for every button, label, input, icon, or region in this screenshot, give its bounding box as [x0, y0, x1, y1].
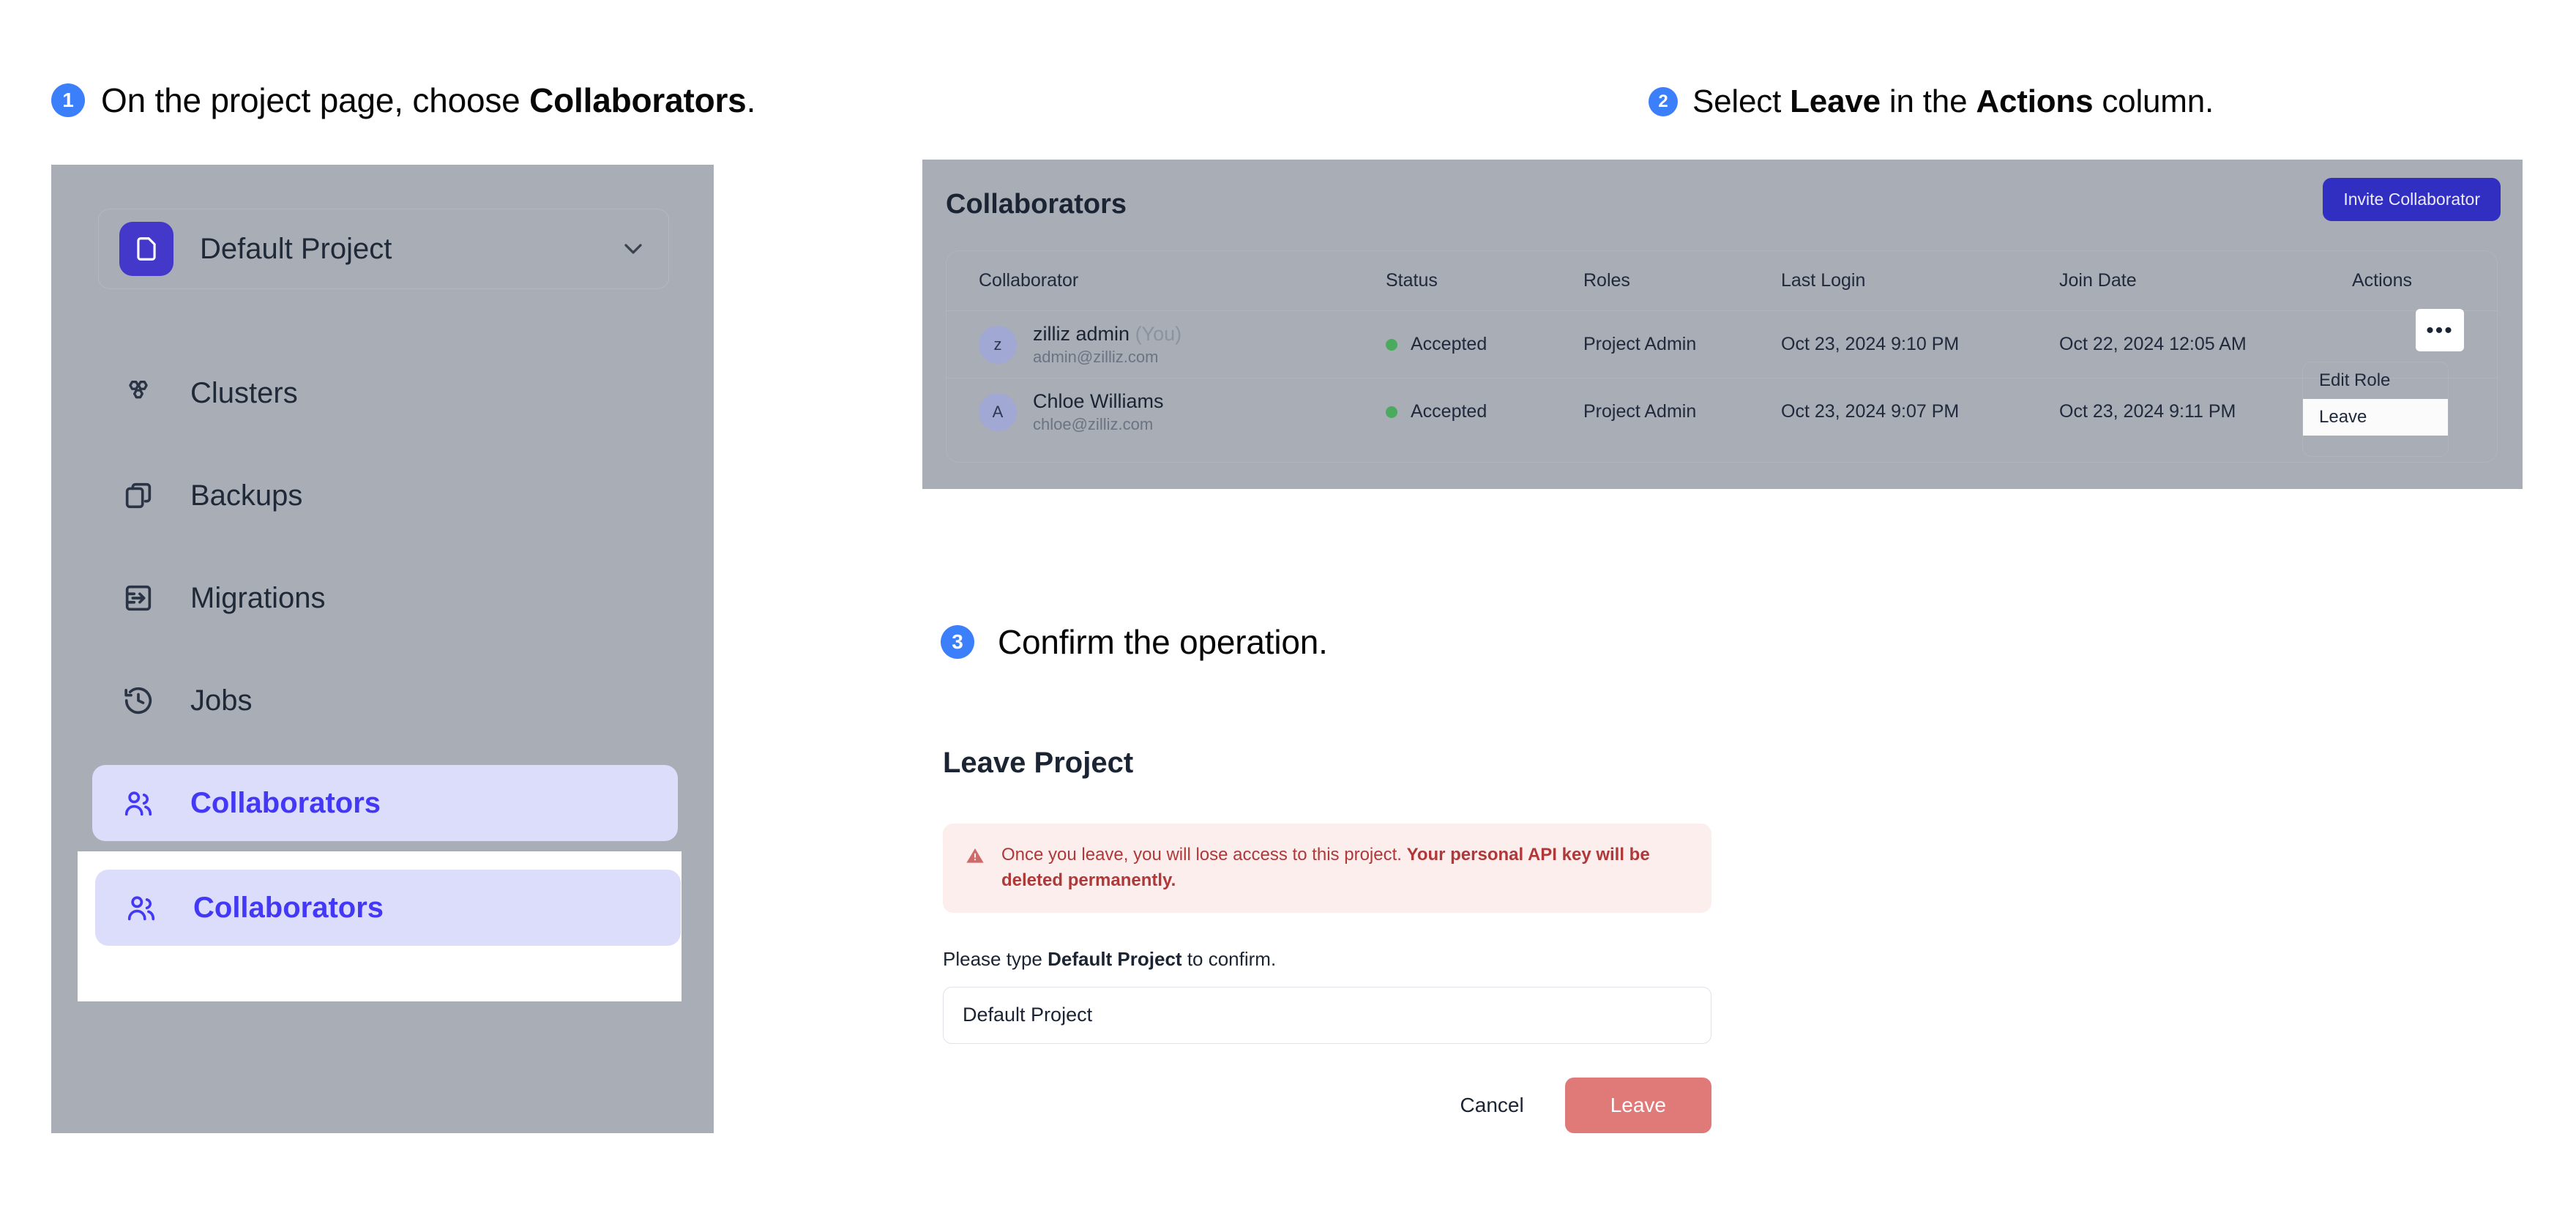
- step-2-caption: 2 Select Leave in the Actions column.: [1649, 83, 2214, 120]
- sidebar-item-collaborators-highlighted[interactable]: Collaborators: [95, 870, 681, 946]
- step-2-pre: Select: [1692, 83, 1791, 119]
- table-row: A Chloe Williams chloe@zilliz.com Accept…: [947, 378, 2497, 446]
- step-2-text: Select Leave in the Actions column.: [1692, 83, 2214, 120]
- column-header-actions: Actions: [2352, 251, 2497, 311]
- sidebar-item-label: Collaborators: [193, 891, 384, 924]
- row-actions-kebab-button[interactable]: •••: [2416, 309, 2464, 351]
- role-cell: Project Admin: [1583, 401, 1697, 422]
- avatar: A: [979, 392, 1017, 431]
- user-name: Chloe Williams: [1033, 389, 1164, 414]
- role-cell: Project Admin: [1583, 310, 1781, 378]
- step-1-prefix: On the project page, choose: [101, 81, 530, 119]
- warning-triangle-icon: [965, 845, 985, 870]
- confirm-project-name: Default Project: [1048, 947, 1182, 970]
- sidebar-item-collaborators[interactable]: Collaborators: [92, 765, 678, 841]
- last-login-cell: Oct 23, 2024 9:07 PM: [1781, 401, 1960, 422]
- chevron-down-icon[interactable]: [619, 234, 648, 264]
- column-header-last-login: Last Login: [1781, 251, 2059, 311]
- user-meta: zilliz admin (You) admin@zilliz.com: [1033, 322, 1181, 367]
- status-badge: Accepted: [1386, 401, 1583, 422]
- column-header-status: Status: [1386, 251, 1583, 311]
- sidebar-item-migrations[interactable]: Migrations: [92, 560, 678, 636]
- jobs-clock-icon: [119, 684, 158, 717]
- menu-item-edit-role[interactable]: Edit Role: [2303, 362, 2448, 399]
- clusters-icon: [119, 376, 158, 410]
- step-1-text: On the project page, choose Collaborator…: [101, 81, 755, 120]
- confirm-instruction: Please type Default Project to confirm.: [943, 948, 1711, 971]
- warning-text: Once you leave, you will lose access to …: [1001, 843, 1690, 894]
- confirm-pre: Please type: [943, 947, 1048, 970]
- leave-button[interactable]: Leave: [1564, 1077, 1711, 1133]
- step-1-badge: 1: [51, 83, 85, 117]
- status-label: Accepted: [1411, 401, 1487, 422]
- sidebar-item-label: Migrations: [190, 581, 326, 614]
- step-3-text: Confirm the operation.: [998, 623, 1328, 661]
- page-root: 1 On the project page, choose Collaborat…: [0, 0, 2576, 1232]
- sidebar-item-label: Jobs: [190, 684, 253, 717]
- warning-banner: Once you leave, you will lose access to …: [943, 824, 1711, 913]
- leave-project-dialog: Leave Project Once you leave, you will l…: [943, 747, 1711, 1133]
- warning-main: Once you leave, you will lose access to …: [1001, 845, 1407, 865]
- collaborators-icon: [122, 891, 161, 925]
- user-email: chloe@zilliz.com: [1033, 414, 1154, 433]
- collaborator-cell: z zilliz admin (You) admin@zilliz.com: [979, 322, 1386, 367]
- table-row: z zilliz admin (You) admin@zilliz.com Ac…: [947, 310, 2497, 378]
- migrations-icon: [119, 581, 158, 615]
- dialog-title: Leave Project: [943, 747, 1134, 779]
- table-header-row: Collaborator Status Roles Last Login Joi…: [947, 251, 2497, 311]
- step-2-bold-actions: Actions: [1976, 83, 2094, 119]
- user-name: zilliz admin (You): [1033, 322, 1181, 347]
- step-3-caption: 3 Confirm the operation.: [941, 622, 1328, 662]
- row-actions-menu: Edit Role Leave: [2302, 362, 2449, 457]
- collaborators-panel-screenshot: Collaborators Invite Collaborator Collab…: [922, 160, 2523, 489]
- project-selector[interactable]: Default Project: [98, 209, 669, 289]
- step-2-post: column.: [2093, 83, 2214, 119]
- sidebar-item-label: Collaborators: [190, 786, 381, 819]
- avatar: z: [979, 325, 1017, 364]
- step-2-mid: in the: [1880, 83, 1976, 119]
- folder-icon: [119, 222, 173, 276]
- user-meta: Chloe Williams chloe@zilliz.com: [1033, 389, 1164, 434]
- collaborators-table-card: Collaborator Status Roles Last Login Joi…: [946, 250, 2498, 463]
- last-login-cell: Oct 23, 2024 9:10 PM: [1781, 310, 2059, 378]
- collaborators-icon: [119, 786, 158, 820]
- project-name: Default Project: [200, 232, 392, 265]
- collaborator-cell: A Chloe Williams chloe@zilliz.com: [979, 389, 1386, 434]
- status-dot-icon: [1386, 338, 1397, 351]
- cancel-button[interactable]: Cancel: [1460, 1094, 1524, 1117]
- step-2-bold-leave: Leave: [1790, 83, 1881, 119]
- you-tag: (You): [1135, 322, 1182, 345]
- step-1-caption: 1 On the project page, choose Collaborat…: [51, 81, 755, 120]
- sidebar-item-label: Backups: [190, 479, 303, 512]
- user-display-name: zilliz admin: [1033, 322, 1130, 345]
- column-header-collaborator: Collaborator: [947, 251, 1386, 311]
- user-display-name: Chloe Williams: [1033, 390, 1164, 413]
- status-badge: Accepted: [1386, 334, 1583, 355]
- confirm-project-name-input[interactable]: [943, 986, 1711, 1044]
- sidebar-item-jobs[interactable]: Jobs: [92, 662, 678, 739]
- step-1-bold: Collaborators: [529, 81, 747, 119]
- invite-collaborator-button[interactable]: Invite Collaborator: [2323, 178, 2501, 221]
- step-1-suffix: .: [746, 81, 756, 119]
- column-header-join-date: Join Date: [2059, 251, 2352, 311]
- collaborators-table: Collaborator Status Roles Last Login Joi…: [947, 251, 2497, 446]
- sidebar-item-backups[interactable]: Backups: [92, 458, 678, 534]
- status-dot-icon: [1386, 406, 1397, 418]
- page-title: Collaborators: [946, 189, 1127, 220]
- user-email: admin@zilliz.com: [1033, 347, 1159, 366]
- dialog-actions: Cancel Leave: [943, 1077, 1711, 1133]
- sidebar-item-label: Clusters: [190, 376, 298, 409]
- confirm-post: to confirm.: [1181, 947, 1277, 970]
- menu-item-leave[interactable]: Leave: [2303, 399, 2448, 436]
- backups-icon: [119, 479, 158, 512]
- sidebar-item-clusters[interactable]: Clusters: [92, 355, 678, 431]
- step-2-badge: 2: [1649, 87, 1678, 116]
- step-3-badge: 3: [941, 625, 974, 659]
- status-label: Accepted: [1411, 334, 1487, 354]
- column-header-roles: Roles: [1583, 251, 1781, 311]
